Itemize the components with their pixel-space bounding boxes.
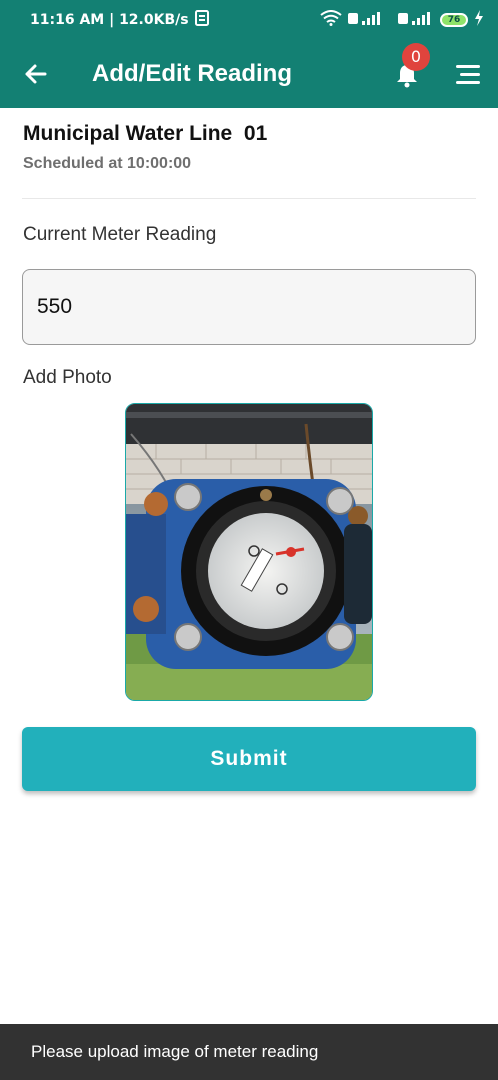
sim-icon (194, 10, 209, 30)
divider (22, 198, 476, 199)
status-time-speed: 11:16 AM | 12.0KB/s (30, 12, 189, 28)
status-left: 11:16 AM | 12.0KB/s (30, 10, 209, 30)
reading-label: Current Meter Reading (23, 224, 217, 245)
scheduled-time: Scheduled at 10:00:00 (23, 155, 192, 172)
page-title: Add/Edit Reading (92, 60, 292, 87)
meter-reading-input[interactable] (22, 269, 476, 345)
menu-button[interactable] (454, 62, 482, 88)
notification-badge[interactable]: 0 (402, 43, 430, 71)
battery-icon: 76 (440, 13, 468, 27)
back-button[interactable] (20, 58, 52, 90)
toast-message: Please upload image of meter reading (0, 1024, 498, 1080)
menu-icon (456, 65, 480, 84)
back-arrow-icon (25, 64, 47, 84)
charging-icon (474, 10, 484, 30)
status-right: 76 (320, 10, 484, 30)
photo-label: Add Photo (23, 367, 112, 388)
toast-text: Please upload image of meter reading (31, 1042, 319, 1061)
app-bar: Add/Edit Reading 0 (0, 40, 498, 108)
meter-photo[interactable] (125, 403, 373, 701)
status-bar: 11:16 AM | 12.0KB/s 76 (0, 0, 498, 40)
signal-icon (348, 10, 392, 30)
meter-line-name: Municipal Water Line 01 (23, 122, 268, 145)
battery-level: 76 (447, 15, 461, 25)
signal-icon-2 (398, 10, 434, 30)
wifi-icon (320, 10, 342, 30)
submit-button[interactable]: Submit (22, 727, 476, 791)
